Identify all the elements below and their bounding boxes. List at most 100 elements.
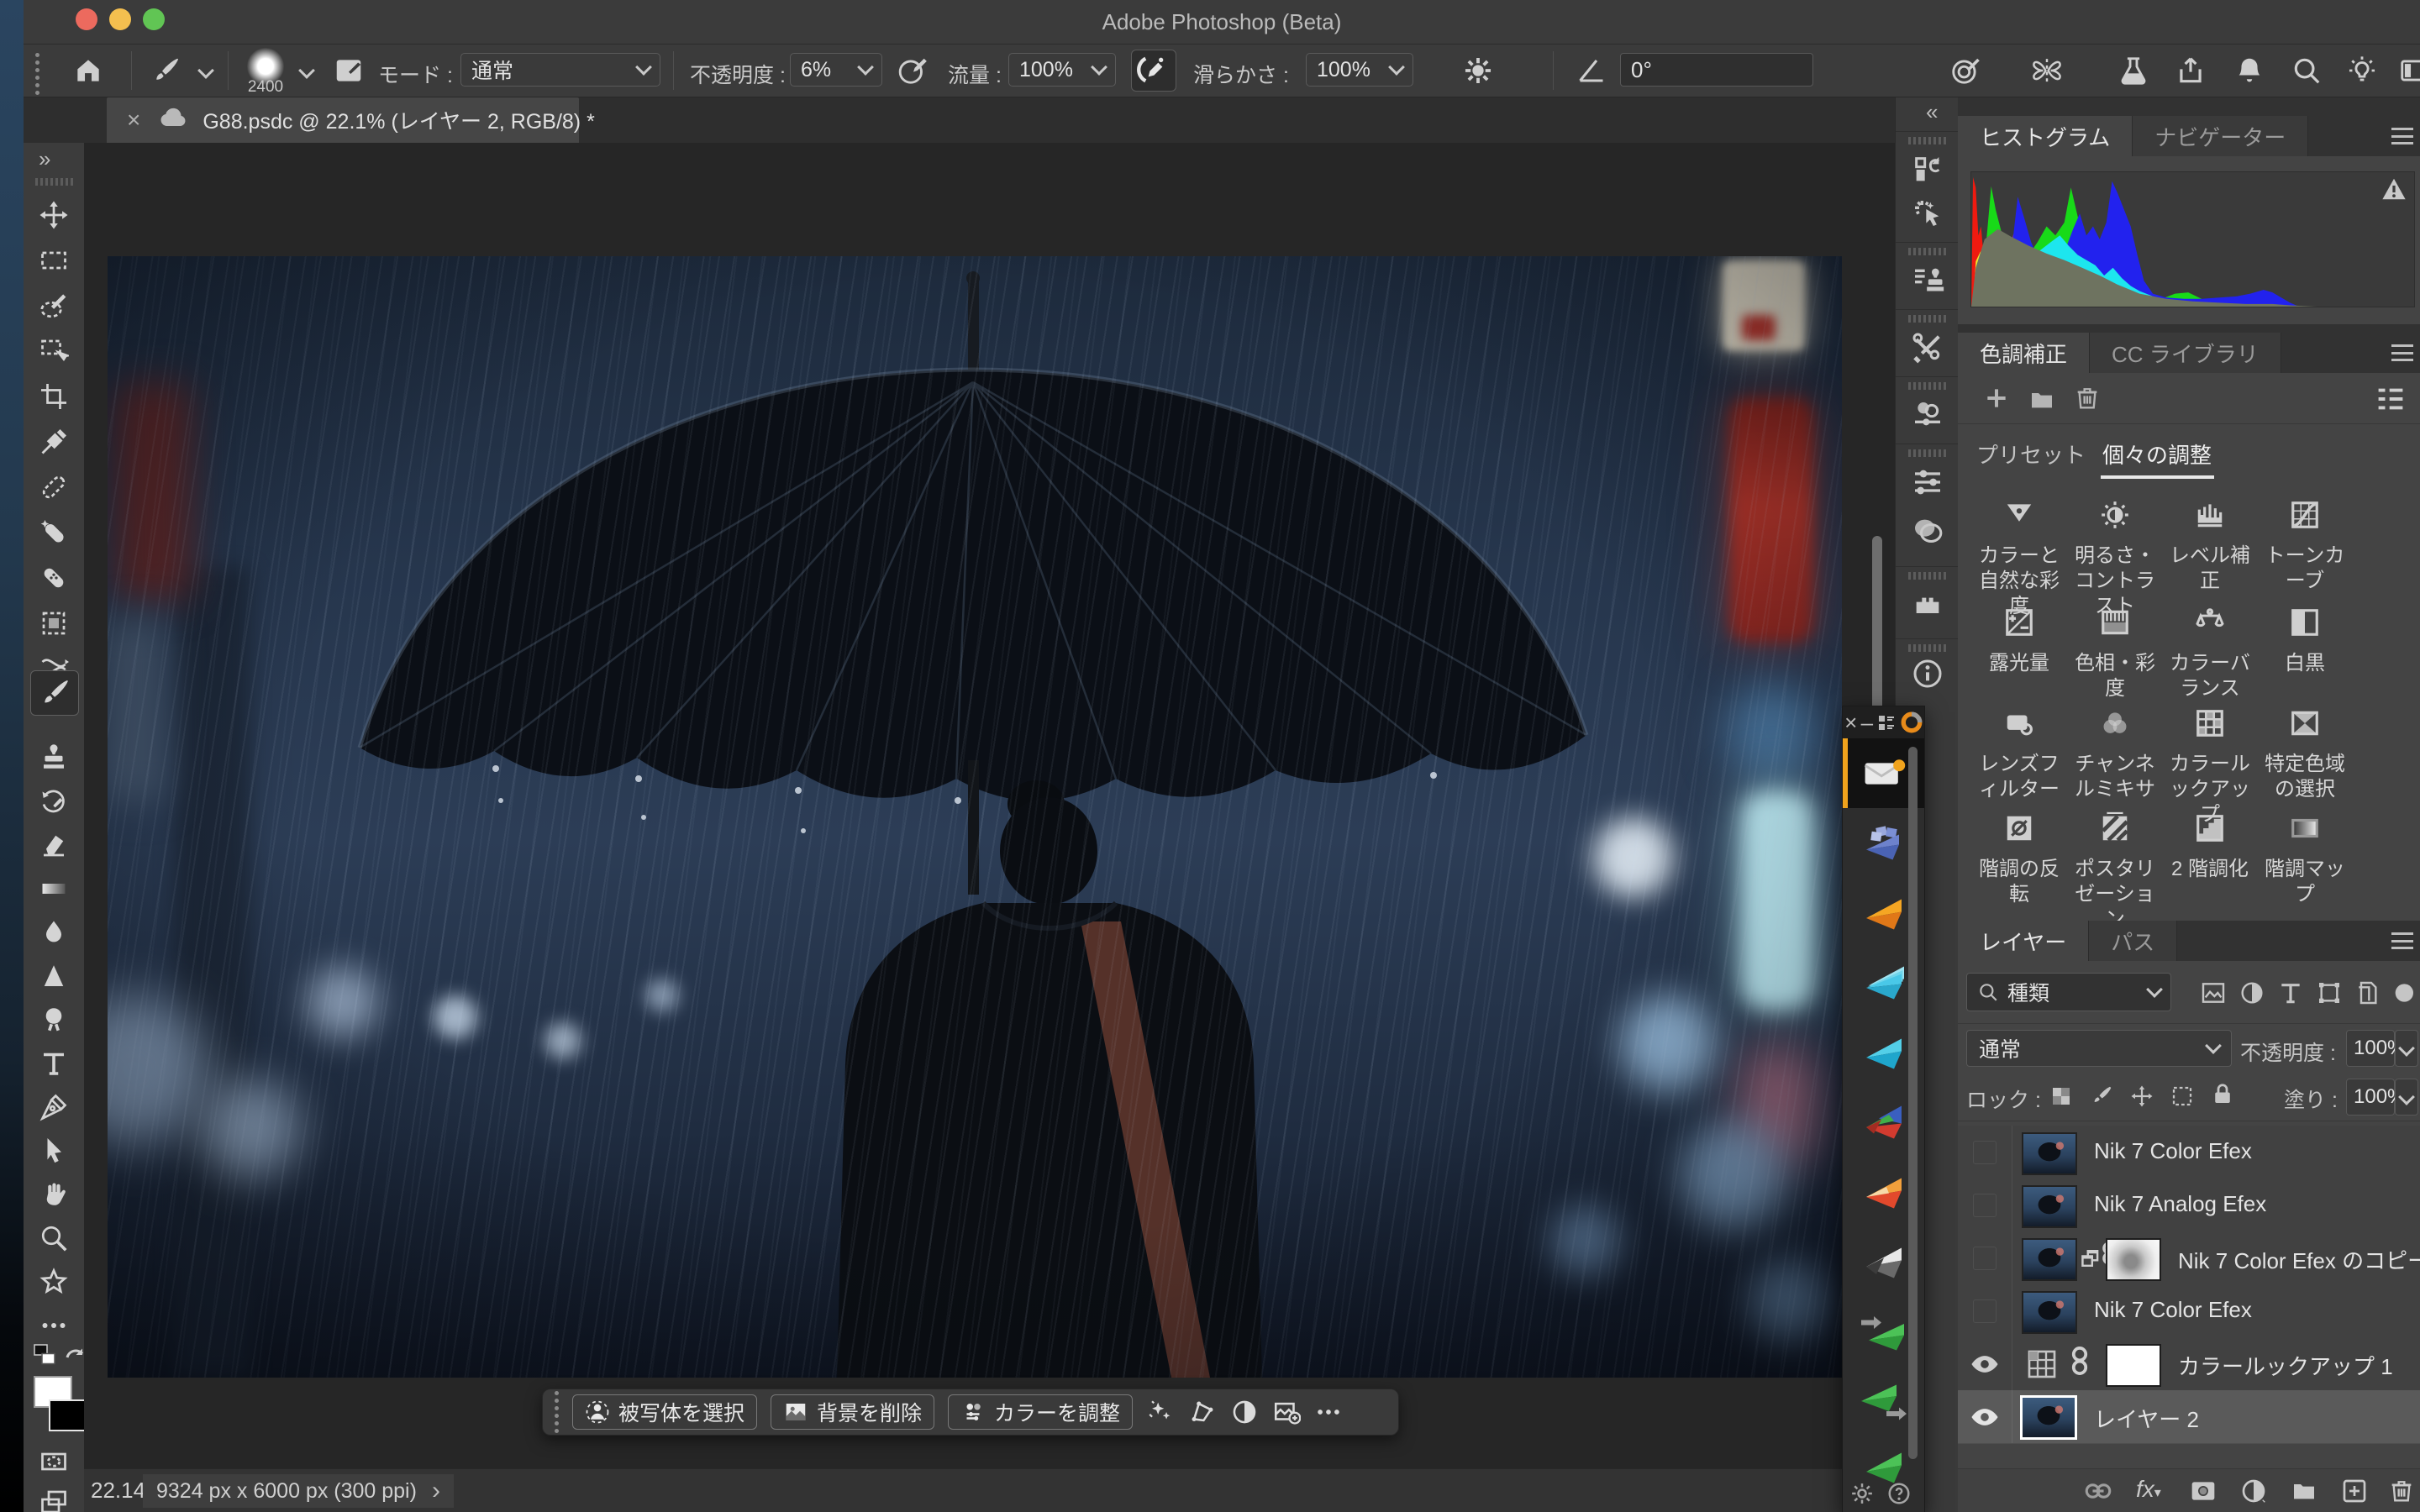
filter-smart-object-icon[interactable] [2354,979,2381,1006]
document-dimensions[interactable]: 9324 px x 6000 px (300 ppi) › [143,1474,454,1508]
adj-levels[interactable]: レベル補正 [2160,499,2260,594]
visibility-toggle[interactable] [1958,1284,2012,1337]
brush-size-chevron-icon[interactable] [298,62,315,79]
toolbar-grip[interactable] [32,178,76,186]
nik-minimize-icon[interactable]: – [1861,710,1873,736]
filter-adjustment-icon[interactable] [2238,979,2265,1006]
default-colors-icon[interactable] [32,1342,57,1373]
tab-close-icon[interactable]: × [127,107,140,134]
airbrush-toggle[interactable] [1131,50,1176,92]
brush-angle-field[interactable]: 0° [1620,53,1813,87]
pressure-opacity-icon[interactable] [897,55,929,87]
adj-color-balance[interactable]: カラーバランス [2160,606,2260,701]
lock-artboard-icon[interactable] [2170,1084,2195,1109]
layer-row-nik7-color-efex[interactable]: Nik 7 Color Efex [1958,1284,2420,1338]
visibility-toggle[interactable] [1958,1337,2012,1390]
tab-histogram[interactable]: ヒストグラム [1958,116,2133,156]
eyedropper-tool[interactable] [35,423,72,460]
taskbar-grip[interactable] [555,1391,559,1433]
adjust-color-button[interactable]: カラーを調整 [948,1394,1133,1430]
fill-field[interactable]: 100% [2346,1079,2395,1116]
tab-cc-libraries[interactable]: CC ライブラリ [2090,333,2281,373]
visibility-toggle[interactable] [1958,1390,2012,1443]
adj-curves[interactable]: トーンカーブ [2255,499,2354,594]
clone-source-icon[interactable] [1896,264,1959,297]
layer-opacity-chevron[interactable] [2395,1030,2418,1067]
background-color-swatch[interactable] [49,1399,87,1431]
brush-tool-selected[interactable] [30,670,79,716]
lock-all-icon[interactable] [2210,1082,2235,1107]
nik-help-icon[interactable] [1886,1481,1912,1506]
document-tab[interactable]: × G88.psdc @ 22.1% (レイヤー 2, RGB/8) * [107,97,579,143]
adjustment-circle-icon[interactable] [1230,1398,1259,1426]
overlap-circles-icon[interactable] [1896,514,1959,548]
visibility-toggle[interactable] [1958,1231,2012,1284]
properties-sliders-icon[interactable] [1896,465,1959,499]
tab-paths[interactable]: パス [2089,921,2177,961]
version-history-icon[interactable] [1896,153,1959,186]
eraser-tool[interactable] [35,827,72,864]
history-brush-tool[interactable] [35,785,72,822]
nik-settings-gear-icon[interactable] [1849,1481,1875,1506]
layer-row-nik7-color-efex-copy[interactable]: 🗗 Nik 7 Color Efex のコピー [1958,1231,2420,1285]
marquee-tool[interactable] [35,242,72,279]
clone-stamp-tool[interactable] [35,739,72,776]
blur-tool[interactable] [35,914,72,951]
info-icon[interactable] [1896,657,1959,690]
layer-name[interactable]: レイヤー 2 [2094,1403,2199,1434]
hand-tool[interactable] [35,1176,72,1213]
layers-panel-menu-icon[interactable] [2391,932,2413,949]
layer-thumbnail[interactable] [2022,1238,2077,1281]
symmetry-butterfly-icon[interactable] [2030,55,2064,87]
object-selection-tool[interactable] [35,333,72,370]
canvas-area[interactable]: 被写体を選択 背景を削除 カラーを調整 [84,143,1895,1468]
visibility-toggle[interactable] [1958,1179,2012,1231]
discover-bulb-icon[interactable] [2346,55,2378,87]
new-adjustment-layer-icon[interactable] [2240,1478,2267,1504]
lock-position-icon[interactable] [2129,1084,2154,1109]
layer-name[interactable]: Nik 7 Color Efex のコピー [2178,1244,2420,1275]
notifications-bell-icon[interactable] [2233,55,2265,87]
add-adjustment-icon[interactable] [1983,385,2010,412]
add-mask-icon[interactable] [2190,1478,2217,1504]
visibility-toggle[interactable] [1958,1126,2012,1179]
selection-brush-tool[interactable] [35,287,72,324]
layer-thumbnail[interactable] [2020,1395,2077,1440]
layer-mask-thumbnail[interactable] [2106,1344,2161,1387]
lock-pixels-icon[interactable] [2089,1084,2114,1109]
adj-selective-color[interactable]: 特定色域の選択 [2255,707,2354,802]
pen-tool[interactable] [35,1089,72,1126]
remove-background-button[interactable]: 背景を削除 [771,1394,934,1430]
layer-row-layer2-selected[interactable]: レイヤー 2 [1958,1390,2420,1444]
tab-layers[interactable]: レイヤー [1958,921,2089,961]
gradient-tool[interactable] [35,870,72,907]
blend-mode-dropdown[interactable]: 通常 [1966,1030,2232,1067]
screen-mode-icon[interactable] [35,1483,72,1512]
select-subject-button[interactable]: 被写体を選択 [572,1394,757,1430]
add-image-icon[interactable] [1272,1398,1301,1426]
extensions-brick-icon[interactable] [1896,588,1959,622]
star-tool[interactable] [35,1263,72,1300]
smoothing-dropdown[interactable]: 100% [1306,53,1413,87]
mask-link-icon[interactable] [2070,1342,2089,1379]
adj-brightness-contrast[interactable]: 明るさ・コントラスト [2065,499,2165,619]
more-options-icon[interactable] [1314,1398,1343,1426]
delete-layer-icon[interactable] [2388,1478,2415,1504]
adj-posterize[interactable]: ポスタリゼーション [2065,812,2165,932]
move-tool[interactable] [35,197,72,234]
adj-invert[interactable]: 階調の反転 [1970,812,2069,907]
adj-threshold[interactable]: 2 階調化 [2160,812,2260,882]
options-bar-grip[interactable] [35,53,39,95]
fill-chevron[interactable] [2395,1079,2418,1116]
generative-sparkle-icon[interactable] [1146,1398,1175,1426]
transform-icon[interactable] [1188,1398,1217,1426]
new-layer-icon[interactable] [2341,1478,2368,1504]
crop-tool[interactable] [35,378,72,415]
layer-filter-dropdown[interactable]: 種類 [1966,973,2171,1011]
color-adjust-icon[interactable] [1896,398,1959,432]
home-icon[interactable] [72,55,104,87]
nik-close-icon[interactable]: × [1844,710,1857,736]
layer-name[interactable]: Nik 7 Color Efex [2094,1297,2252,1323]
toolbar-expand-icon[interactable]: » [39,146,52,172]
group-folder-icon[interactable] [2028,386,2055,413]
